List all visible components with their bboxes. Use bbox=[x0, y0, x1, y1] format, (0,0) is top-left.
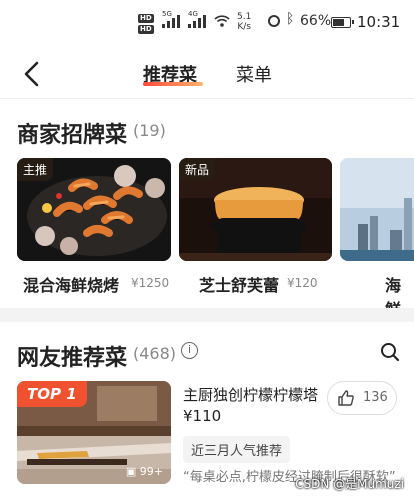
hd-badge-2: HD bbox=[138, 25, 154, 34]
section-divider bbox=[0, 308, 414, 322]
dish-card-image[interactable]: 主推 bbox=[17, 158, 171, 261]
dish-price: ¥120 bbox=[287, 276, 318, 290]
status-bar: HD HD 5G 4G 5.1 K/s ᛒ 66% 10:31 bbox=[0, 0, 414, 42]
network-speed: 5.1 K/s bbox=[237, 12, 251, 32]
active-tab-indicator bbox=[143, 82, 203, 86]
top-nav: 推荐菜 菜单 bbox=[0, 50, 414, 98]
clock: 10:31 bbox=[357, 13, 401, 31]
signature-section-title: 商家招牌菜 bbox=[17, 123, 128, 148]
battery-icon bbox=[331, 17, 354, 28]
wifi-icon bbox=[214, 15, 230, 27]
nav-divider bbox=[0, 98, 414, 99]
signal-icon-2: 4G bbox=[188, 10, 206, 28]
network-label: 5G bbox=[162, 10, 172, 18]
dish-price: ¥1250 bbox=[131, 276, 170, 290]
signature-count: (19) bbox=[133, 121, 166, 140]
tab-menu[interactable]: 菜单 bbox=[236, 61, 272, 87]
recommended-count: (468) bbox=[133, 344, 177, 363]
recommended-dish-price: ¥110 bbox=[183, 407, 222, 425]
info-icon[interactable]: i bbox=[181, 342, 198, 359]
hd-badge: HD bbox=[138, 14, 154, 23]
city-photo bbox=[340, 158, 414, 261]
photo-count: ▣ 99+ bbox=[126, 465, 163, 478]
recommended-dish-name[interactable]: 主厨独创柠檬柠檬塔 bbox=[183, 384, 318, 405]
dish-card-image[interactable]: 新品 bbox=[179, 158, 332, 261]
image-icon: ▣ bbox=[125, 465, 137, 478]
recommended-section-title: 网友推荐菜 bbox=[17, 346, 128, 371]
network-label-2: 4G bbox=[188, 10, 198, 18]
chevron-left-icon[interactable] bbox=[18, 59, 48, 89]
like-count: 136 bbox=[363, 390, 388, 405]
dish-badge: 主推 bbox=[17, 158, 54, 181]
bluetooth-icon: ᛒ bbox=[286, 11, 295, 27]
search-icon[interactable] bbox=[380, 342, 400, 362]
dish-card-image[interactable] bbox=[340, 158, 414, 261]
thumbs-up-icon bbox=[338, 390, 354, 406]
recommended-dish-image[interactable]: TOP 1 ▣ 99+ bbox=[17, 381, 171, 484]
battery-percent: 66% bbox=[300, 13, 332, 29]
speed-value: 5.1 bbox=[237, 12, 252, 22]
dish-badge: 新品 bbox=[179, 158, 216, 181]
signal-icon: 5G bbox=[162, 10, 180, 28]
dish-name[interactable]: 混合海鲜烧烤 bbox=[23, 272, 119, 296]
rank-badge: TOP 1 bbox=[17, 381, 87, 407]
watermark: CSDN @是Mumuzi bbox=[295, 477, 404, 491]
photo-count-value: 99+ bbox=[139, 465, 163, 478]
speed-unit: K/s bbox=[237, 22, 251, 32]
alarm-icon bbox=[268, 15, 280, 27]
like-button[interactable]: 136 bbox=[327, 381, 397, 415]
popularity-tag: 近三月人气推荐 bbox=[183, 436, 291, 463]
dish-name[interactable]: 芝士舒芙蕾 bbox=[199, 272, 279, 296]
